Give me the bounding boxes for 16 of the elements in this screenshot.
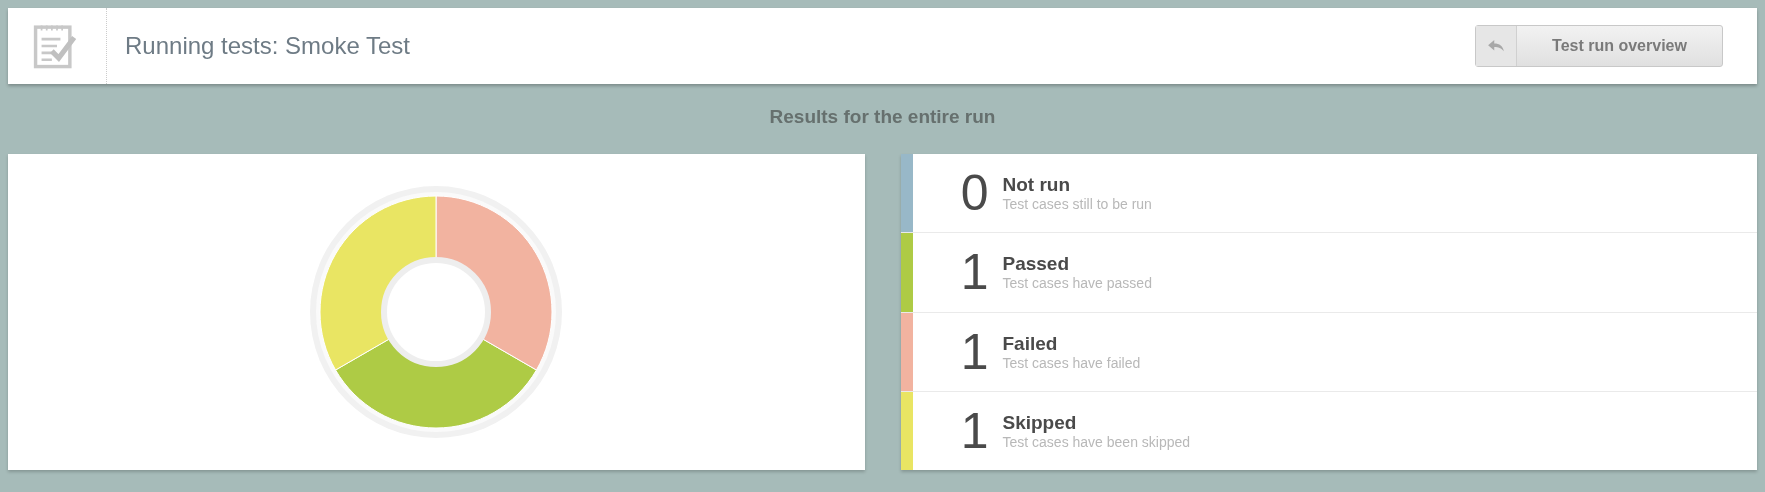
result-count: 1 xyxy=(959,405,989,456)
result-label: Not run xyxy=(1002,174,1072,197)
result-description: Test cases have failed xyxy=(1002,354,1141,371)
result-description: Test cases have passed xyxy=(1002,275,1152,292)
page-title: Running tests: Smoke Test xyxy=(125,32,412,60)
result-description: Test cases have been skipped xyxy=(1002,433,1191,450)
section-heading: Results for the entire run xyxy=(768,105,997,129)
result-description: Test cases still to be run xyxy=(1002,196,1152,213)
result-count: 1 xyxy=(959,247,989,298)
result-label: Skipped xyxy=(1002,411,1078,434)
test-run-overview-button[interactable]: Test run overview xyxy=(1475,25,1723,67)
result-count: 1 xyxy=(959,326,989,377)
result-count: 0 xyxy=(959,168,989,219)
result-label: Failed xyxy=(1002,332,1059,355)
result-label: Passed xyxy=(1002,253,1071,276)
reply-arrow-icon xyxy=(1487,39,1505,53)
